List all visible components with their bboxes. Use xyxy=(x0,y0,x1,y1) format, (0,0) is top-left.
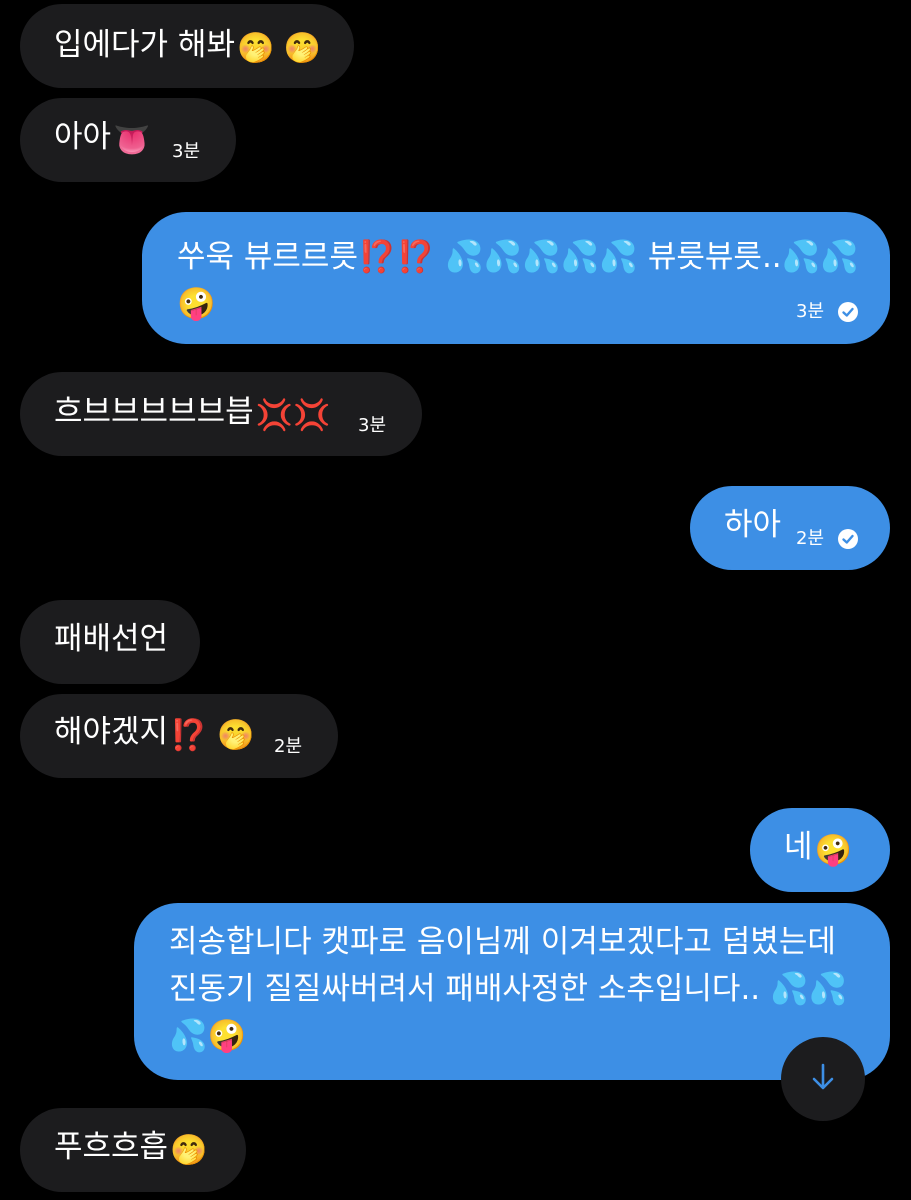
message-timestamp: 2분 xyxy=(274,736,303,757)
tongue-emoji-icon: 👅 xyxy=(113,123,151,158)
message-text: 푸흐흐흡 xyxy=(54,1129,169,1165)
message-bubble-incoming[interactable]: 흐브브브브브븝💢💢 3분 xyxy=(20,372,422,456)
message-bubble-incoming[interactable]: 아아👅 3분 xyxy=(20,98,236,182)
message-bubble-outgoing[interactable]: 쑤욱 뷰르르릇⁉️⁉️ 💦💦💦💦💦 뷰릇뷰릇..💦💦🤪 3분 xyxy=(142,212,890,344)
message-text: 쑤욱 뷰르르릇⁉️⁉️ 💦💦💦💦💦 뷰릇뷰릇..💦💦🤪 xyxy=(177,239,859,322)
message-text: 해야겠지 xyxy=(54,714,169,750)
zany-face-emoji-icon: 🤪 xyxy=(814,833,852,868)
hand-over-mouth-emoji-icon: 🤭 🤭 xyxy=(236,31,322,66)
message-timestamp: 3분 xyxy=(358,415,387,436)
message-text: 아아 xyxy=(54,119,112,155)
message-bubble-incoming[interactable]: 푸흐흐흡🤭 xyxy=(20,1108,246,1192)
message-timestamp: 3분 xyxy=(172,141,201,162)
message-text: 죄송합니다 캣파로 음이님께 이겨보겠다고 덤볐는데 진동기 질질싸버려서 패배… xyxy=(169,924,848,1054)
anger-symbol-emoji-icon: 💢💢 xyxy=(255,398,331,433)
read-check-icon xyxy=(838,529,858,549)
arrow-down-icon xyxy=(809,1062,837,1096)
message-text: 흐브브브브브븝 xyxy=(54,394,254,430)
interrobang-hand-over-mouth-emoji-icon: ⁉️ 🤭 xyxy=(170,718,255,753)
message-bubble-outgoing[interactable]: 네🤪 xyxy=(750,808,890,892)
message-bubble-incoming[interactable]: 해야겠지⁉️ 🤭 2분 xyxy=(20,694,338,778)
message-text: 입에다가 해봐 xyxy=(54,27,235,63)
read-check-icon xyxy=(838,302,858,322)
hand-over-mouth-emoji-icon: 🤭 xyxy=(170,1133,208,1168)
message-text: 하아 xyxy=(724,507,782,543)
message-text: 패배선언 xyxy=(54,621,169,657)
message-timestamp: 3분 xyxy=(796,301,825,322)
message-timestamp: 2분 xyxy=(796,528,825,549)
scroll-to-bottom-button[interactable] xyxy=(781,1037,865,1121)
message-text: 네 xyxy=(784,829,813,865)
message-bubble-incoming[interactable]: 입에다가 해봐🤭 🤭 xyxy=(20,4,354,88)
message-bubble-outgoing[interactable]: 하아 2분 xyxy=(690,486,890,570)
message-bubble-outgoing[interactable]: 죄송합니다 캣파로 음이님께 이겨보겠다고 덤볐는데 진동기 질질싸버려서 패배… xyxy=(134,903,890,1080)
message-bubble-incoming[interactable]: 패배선언 xyxy=(20,600,200,684)
